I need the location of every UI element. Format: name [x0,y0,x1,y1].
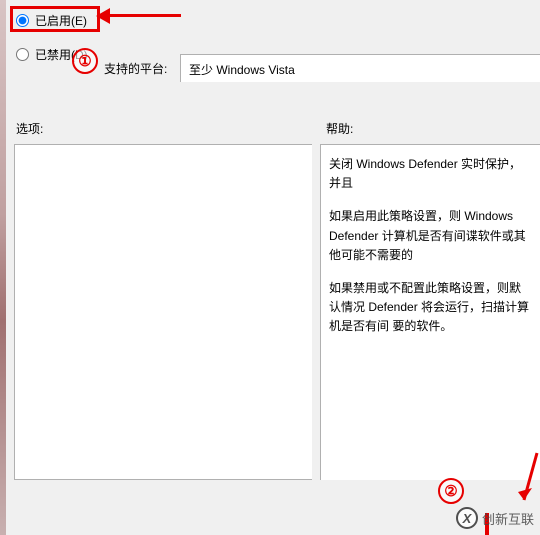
options-label: 选项: [16,120,43,137]
watermark-text: 创新互联 [482,509,534,528]
radio-enabled-label: 已启用(E) [35,12,87,29]
help-text-2: 如果启用此策略设置，则 Windows Defender 计算机是否有间谍软件或… [329,207,532,265]
watermark-logo-icon: X [456,507,478,529]
help-panel: 关闭 Windows Defender 实时保护，并且 如果启用此策略设置，则 … [320,144,540,480]
options-panel [14,144,312,480]
help-label: 帮助: [326,120,353,137]
policy-state-radio-group: 已启用(E) 已禁用(D) [16,10,88,78]
radio-option-enabled[interactable]: 已启用(E) [16,10,88,30]
annotation-bottom-mark [485,513,489,535]
radio-option-disabled[interactable]: 已禁用(D) [16,44,88,64]
help-text-1: 关闭 Windows Defender 实时保护，并且 [329,155,532,193]
annotation-circle-2: ② [438,478,464,504]
supported-platform-label: 支持的平台: [104,60,167,77]
policy-editor-panel: 已启用(E) 已禁用(D) 支持的平台: 至少 Windows Vista 选项… [6,0,540,535]
radio-enabled[interactable] [16,14,29,27]
watermark: X 创新互联 [456,507,534,529]
supported-platform-value: 至少 Windows Vista [180,54,540,82]
radio-disabled[interactable] [16,48,29,61]
help-text-3: 如果禁用或不配置此策略设置，则默认情况 Defender 将会运行，扫描计算机是… [329,279,532,337]
radio-disabled-label: 已禁用(D) [35,46,88,63]
